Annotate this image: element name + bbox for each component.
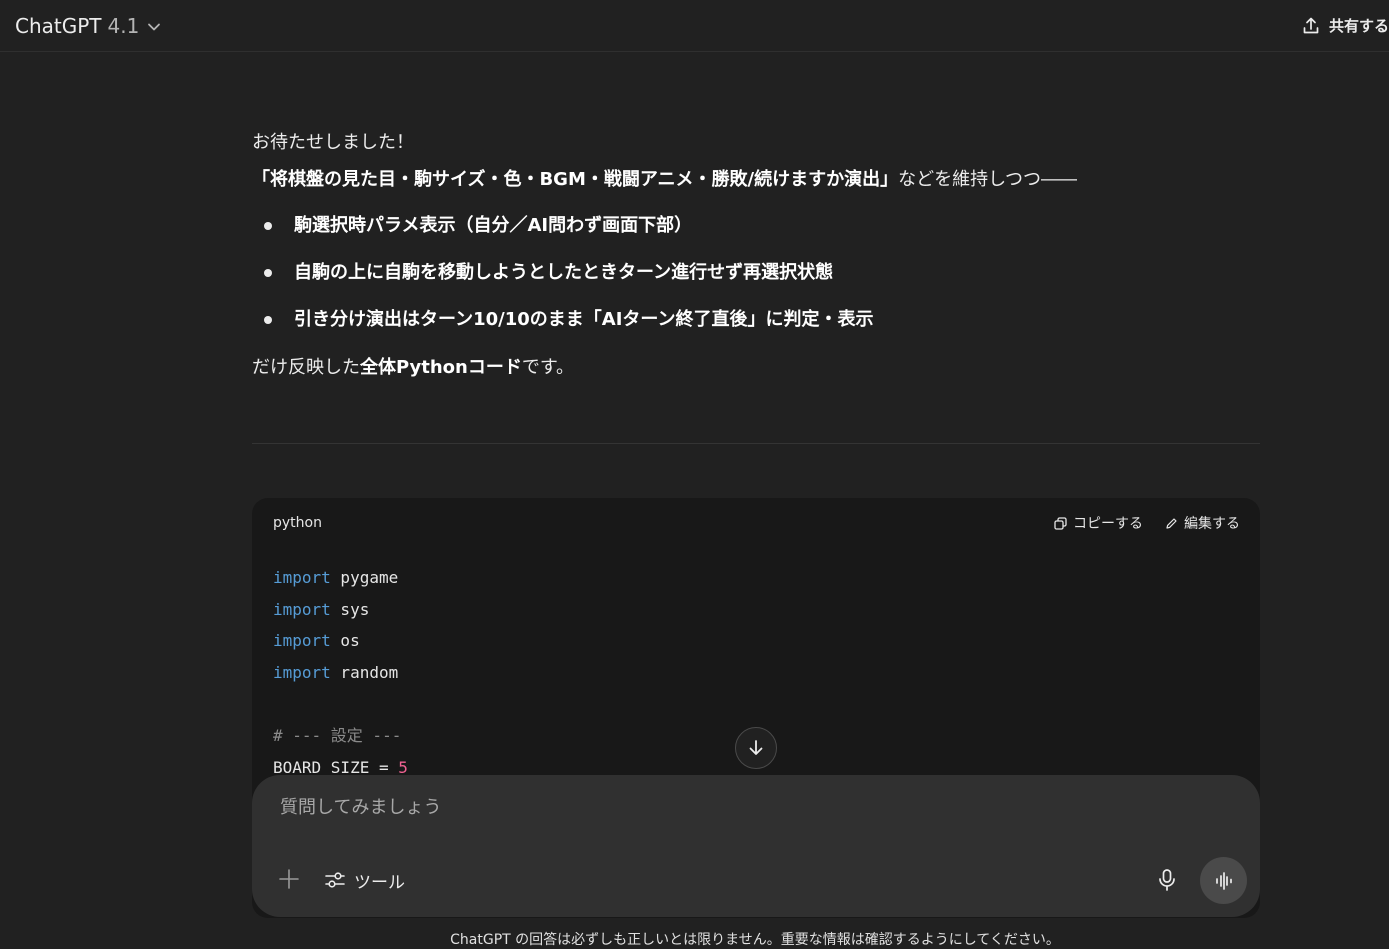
share-button[interactable]: 共有する <box>1301 15 1389 36</box>
code-keyword: import <box>273 662 331 682</box>
message-closing: だけ反映した全体Pythonコードです。 <box>252 349 1260 386</box>
code-number: 5 <box>398 757 408 777</box>
top-bar: ChatGPT 4.1 共有する <box>0 0 1389 52</box>
code-text: random <box>330 662 399 682</box>
list-item: 引き分け演出はターン10/10のまま「AIターン終了直後」に判定・表示 <box>252 296 1260 343</box>
arrow-down-icon <box>749 740 763 755</box>
closing-post: です。 <box>521 357 575 378</box>
waveform-icon <box>1215 871 1232 890</box>
code-line: import random <box>273 657 1239 689</box>
divider <box>252 443 1260 444</box>
copy-code-button[interactable]: コピーする <box>1054 513 1143 533</box>
model-name: ChatGPT <box>15 13 102 38</box>
message-line-1: お待たせしました！ <box>252 132 414 153</box>
plus-icon <box>279 869 299 889</box>
code-line: import sys <box>273 594 1239 626</box>
share-label: 共有する <box>1328 17 1389 35</box>
share-icon <box>1303 17 1319 33</box>
message-line-2: 「将棋盤の見た目・駒サイズ・色・BGM・戦闘アニメ・勝敗/続けますか演出」などを… <box>252 161 1260 198</box>
tools-label: ツール <box>354 872 405 893</box>
copy-label: コピーする <box>1073 516 1143 532</box>
closing-bold: 全体Pythonコード <box>360 357 522 378</box>
message-line-2-bold: 「将棋盤の見た目・駒サイズ・色・BGM・戦闘アニメ・勝敗/続けますか演出」 <box>252 169 899 190</box>
add-attachment-button[interactable] <box>276 866 302 892</box>
sliders-icon <box>325 872 345 888</box>
chevron-down-icon <box>148 23 161 30</box>
code-text: sys <box>330 599 370 619</box>
code-block-header: python コピーする 編集する <box>252 498 1260 548</box>
assistant-message: お待たせしました！ 「将棋盤の見た目・駒サイズ・色・BGM・戦闘アニメ・勝敗/続… <box>252 52 1260 386</box>
code-text: BOARD_SIZE = <box>273 757 399 777</box>
code-text: pygame <box>330 568 399 587</box>
closing-pre: だけ反映した <box>252 357 360 378</box>
code-keyword: import <box>273 599 331 619</box>
message-line-2-rest: などを維持しつつ―― <box>898 169 1077 190</box>
copy-icon <box>1054 516 1067 530</box>
dictate-button[interactable] <box>1154 866 1180 894</box>
edit-code-button[interactable]: 編集する <box>1165 513 1240 533</box>
edit-label: 編集する <box>1184 516 1240 532</box>
composer: ツール <box>252 775 1260 917</box>
voice-mode-button[interactable] <box>1200 857 1247 904</box>
scroll-to-bottom-button[interactable] <box>735 727 777 769</box>
microphone-icon <box>1159 869 1175 891</box>
bullet-list: 駒選択時パラメ表示（自分／AI問わず画面下部） 自駒の上に自駒を移動しようとした… <box>252 202 1260 343</box>
tools-button[interactable]: ツール <box>324 866 405 894</box>
list-item: 駒選択時パラメ表示（自分／AI問わず画面下部） <box>252 202 1260 249</box>
code-keyword: import <box>273 568 331 587</box>
code-actions: コピーする 編集する <box>1054 513 1240 533</box>
code-line: import pygame <box>273 562 1239 594</box>
model-version: 4.1 <box>107 13 140 38</box>
disclaimer-text: ChatGPT の回答は必ずしも正しいとは限りません。重要な情報は確認するように… <box>450 932 1060 948</box>
code-text: os <box>330 631 360 651</box>
model-selector[interactable]: ChatGPT 4.1 <box>15 14 161 38</box>
code-line: import os <box>273 625 1239 657</box>
conversation: お待たせしました！ 「将棋盤の見た目・駒サイズ・色・BGM・戦闘アニメ・勝敗/続… <box>252 52 1260 918</box>
list-item: 自駒の上に自駒を移動しようとしたときターン進行せず再選択状態 <box>252 249 1260 296</box>
prompt-input[interactable] <box>280 797 1180 818</box>
pencil-icon <box>1166 517 1177 529</box>
code-language: python <box>273 515 322 531</box>
code-keyword: import <box>273 631 331 651</box>
